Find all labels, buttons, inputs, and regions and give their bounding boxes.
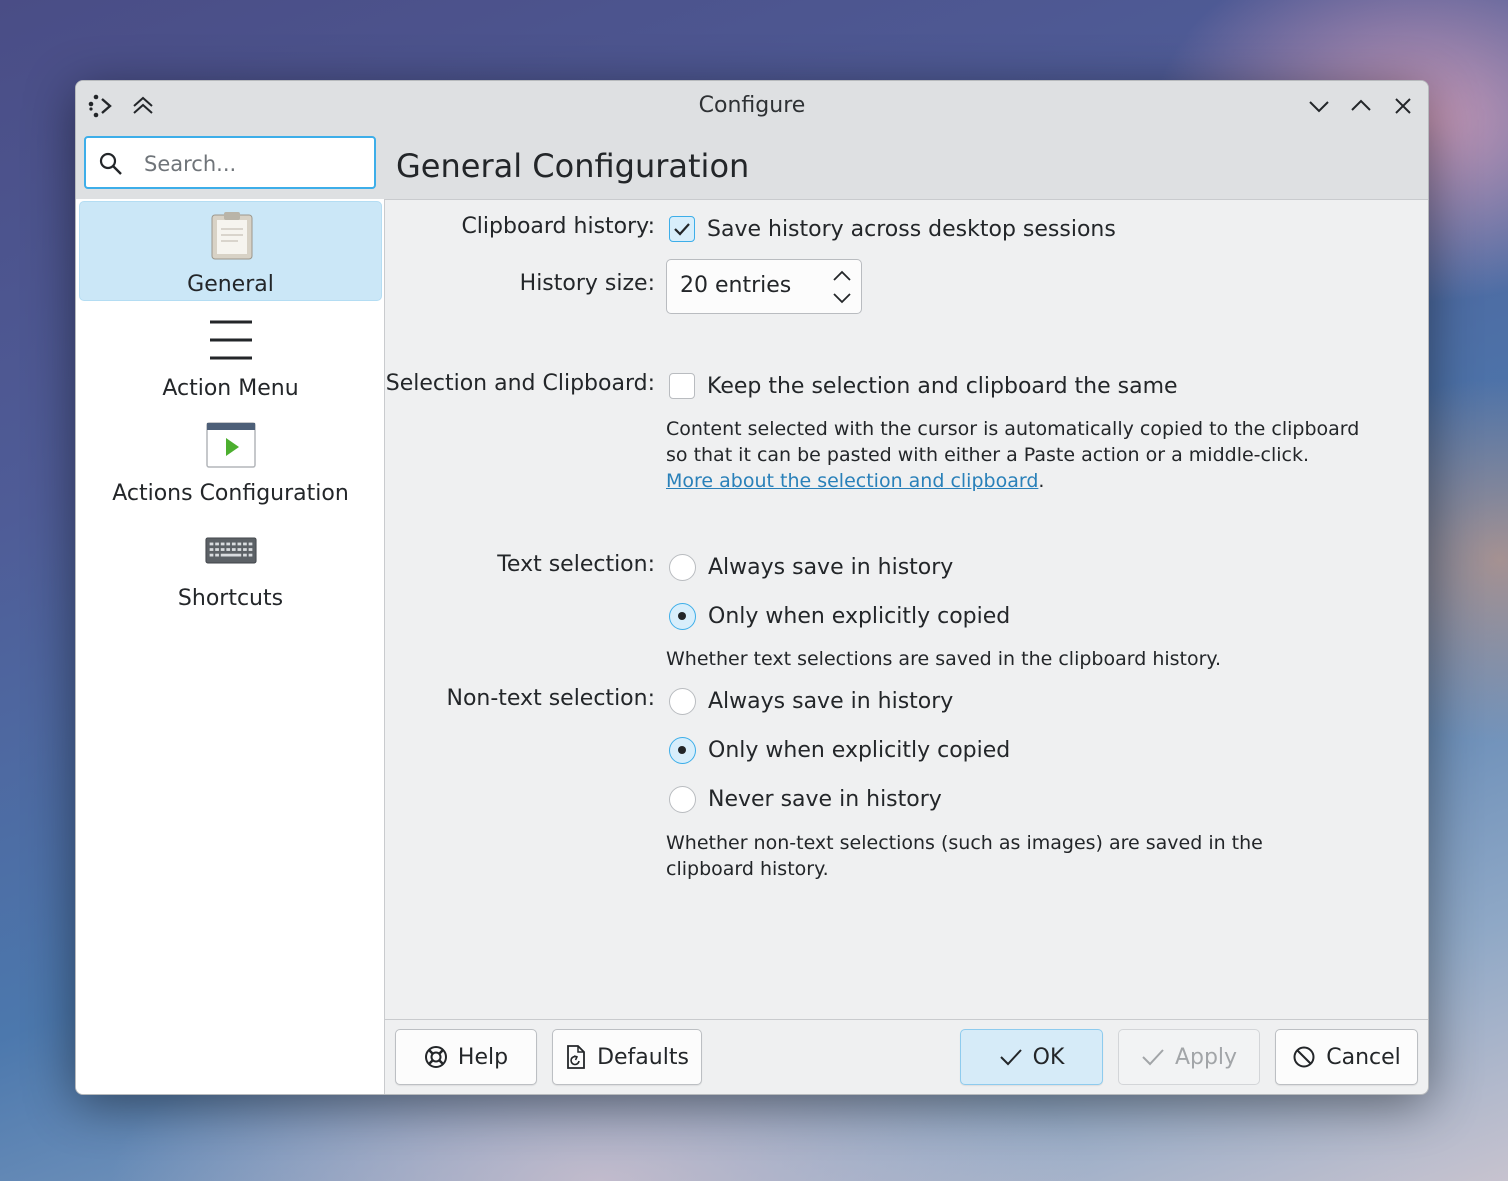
sidebar-item-actions-configuration[interactable]: Actions Configuration [79,411,382,511]
non-text-selection-label: Non-text selection: [446,686,655,711]
history-size-label: History size: [519,271,655,296]
sidebar-item-shortcuts[interactable]: Shortcuts [79,516,382,616]
sidebar-item-label: Actions Configuration [112,481,349,506]
text-explicit-copy-radio[interactable] [669,602,696,630]
sidebar-item-label: Action Menu [162,376,299,401]
text-explicit-copy-radio-row[interactable]: Only when explicitly copied [669,600,1010,632]
history-size-value: 20 entries [680,273,792,298]
nontext-explicit-copy-radio[interactable] [669,736,696,764]
selection-help-text: Content selected with the cursor is auto… [666,416,1366,494]
clipboard-history-label: Clipboard history: [461,214,655,239]
selection-clipboard-label: Selection and Clipboard: [385,371,655,396]
main-panel: General Configuration Clipboard history:… [385,131,1428,1094]
run-window-icon [205,419,257,471]
radio-label: Never save in history [708,786,942,812]
defaults-button[interactable]: Defaults [552,1029,702,1085]
sidebar-item-label: Shortcuts [177,586,284,611]
cancel-button[interactable]: Cancel [1275,1029,1418,1085]
keep-same-checkbox-label: Keep the selection and clipboard the sam… [707,373,1178,399]
search-icon [98,151,124,181]
nontext-never-save-radio[interactable] [669,785,696,813]
radio-label: Always save in history [708,554,954,580]
hamburger-menu-icon [205,314,257,366]
sidebar-item-general[interactable]: General [79,201,382,301]
nontext-explicit-copy-radio-row[interactable]: Only when explicitly copied [669,734,1010,766]
page-title: General Configuration [396,147,750,185]
save-history-checkbox-label: Save history across desktop sessions [707,216,1116,242]
save-history-checkbox-row[interactable]: Save history across desktop sessions [669,213,1116,245]
nontext-always-save-radio-row[interactable]: Always save in history [669,685,953,717]
checkmark-icon [1141,1047,1165,1067]
button-bar-divider [385,1019,1428,1020]
sidebar-item-label: General [187,272,274,297]
search-box[interactable] [84,136,376,189]
maximize-icon[interactable] [1346,91,1376,121]
title-bar: Configure [76,81,1428,131]
selection-clipboard-link[interactable]: More about the selection and clipboard [666,470,1038,492]
selection-help-description: Content selected with the cursor is auto… [666,418,1360,466]
checkmark-icon [999,1047,1023,1067]
text-always-save-radio[interactable] [669,553,696,581]
text-selection-help-text: Whether text selections are saved in the… [666,648,1221,670]
apply-button[interactable]: Apply [1118,1029,1260,1085]
keep-same-checkbox[interactable] [669,373,695,399]
help-lifebuoy-icon [424,1045,448,1069]
spin-arrows-icon[interactable] [831,268,853,310]
keep-same-checkbox-row[interactable]: Keep the selection and clipboard the sam… [669,370,1178,402]
search-input[interactable] [142,148,366,180]
ok-button-label: OK [1032,1044,1065,1070]
save-history-checkbox[interactable] [669,216,695,242]
defaults-button-label: Defaults [597,1044,689,1070]
sidebar: General Action Menu Actions Configuratio… [76,131,385,1094]
close-icon[interactable] [1388,91,1418,121]
radio-label: Only when explicitly copied [708,737,1011,763]
nontext-never-save-radio-row[interactable]: Never save in history [669,783,942,815]
text-selection-label: Text selection: [497,552,655,577]
radio-label: Always save in history [708,688,954,714]
cancel-button-label: Cancel [1326,1044,1401,1070]
non-text-selection-help-text: Whether non-text selections (such as ima… [666,832,1263,880]
radio-label: Only when explicitly copied [708,603,1011,629]
document-revert-icon [565,1045,587,1069]
sidebar-header [76,131,385,199]
help-button-label: Help [457,1044,509,1070]
minimize-icon[interactable] [1304,91,1334,121]
history-size-spinbox[interactable]: 20 entries [666,259,862,314]
clipboard-icon [206,210,258,262]
cancel-icon [1292,1045,1316,1069]
link-suffix: . [1038,470,1045,492]
ok-button[interactable]: OK [960,1029,1103,1085]
sidebar-item-action-menu[interactable]: Action Menu [79,306,382,406]
page-header: General Configuration [385,131,1428,200]
keyboard-icon [205,524,257,576]
text-always-save-radio-row[interactable]: Always save in history [669,551,953,583]
window-title: Configure [698,93,806,118]
help-button[interactable]: Help [395,1029,537,1085]
configure-dialog: Configure Search... General Action Menu … [75,80,1429,1095]
apply-button-label: Apply [1174,1044,1238,1070]
nontext-always-save-radio[interactable] [669,687,696,715]
